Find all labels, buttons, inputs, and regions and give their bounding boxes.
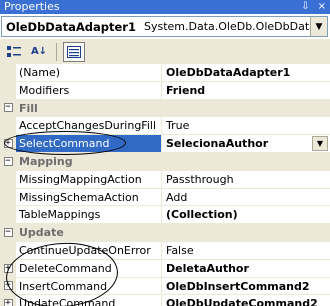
row-gutter	[0, 117, 16, 135]
toolbar-separator	[56, 42, 57, 61]
window-titlebar: Properties ⇩ ×	[0, 0, 330, 14]
property-name[interactable]: (Name)	[16, 64, 162, 81]
alphabetical-button[interactable]: A↓	[28, 42, 50, 62]
property-name[interactable]: UpdateCommand	[16, 295, 162, 306]
row-gutter: +	[0, 295, 16, 306]
expand-icon[interactable]: +	[3, 299, 13, 306]
chevron-down-icon[interactable]: ▼	[310, 17, 327, 36]
property-row-missingmappingaction[interactable]: MissingMappingAction Passthrough	[0, 170, 330, 189]
property-row-deletecommand[interactable]: + DeleteCommand DeletaAuthor	[0, 259, 330, 278]
property-value[interactable]: OleDbUpdateCommand2	[162, 295, 330, 306]
property-name[interactable]: Modifiers	[16, 81, 162, 99]
row-gutter	[0, 64, 16, 81]
property-value[interactable]: OleDbDataAdapter1	[162, 64, 330, 81]
property-value[interactable]: Friend	[162, 82, 330, 99]
properties-button[interactable]	[63, 41, 85, 62]
property-value[interactable]: Add	[162, 189, 330, 206]
property-value[interactable]: OleDbInsertCommand2	[162, 278, 330, 295]
property-grid: (Name) OleDbDataAdapter1 Modifiers Friend − F…	[0, 64, 330, 306]
row-gutter: +	[0, 259, 16, 277]
property-row-updatecommand[interactable]: + UpdateCommand OleDbUpdateCommand2	[0, 295, 330, 306]
row-gutter: +	[0, 277, 16, 295]
category-fill[interactable]: − Fill	[0, 99, 330, 118]
category-label: Mapping	[19, 154, 73, 168]
row-gutter: −	[0, 152, 16, 170]
property-row-acceptchangesduringfill[interactable]: AcceptChangesDuringFill True	[0, 117, 330, 136]
property-row-insertcommand[interactable]: + InsertCommand OleDbInsertCommand2	[0, 277, 330, 296]
property-name[interactable]: MissingMappingAction	[16, 170, 162, 188]
collapse-icon[interactable]: −	[3, 156, 13, 166]
row-gutter	[0, 81, 16, 99]
property-name[interactable]: MissingSchemaAction	[16, 188, 162, 206]
object-selector[interactable]: OleDbDataAdapter1 System.Data.OleDb.OleD…	[1, 16, 328, 37]
chevron-down-icon[interactable]: ▼	[312, 136, 328, 152]
window-title: Properties	[4, 0, 60, 13]
property-value[interactable]: DeletaAuthor	[162, 260, 330, 277]
property-row-selectcommand[interactable]: + SelectCommand SelecionaAuthor ▼	[0, 135, 330, 153]
sort-az-icon: A↓	[30, 46, 48, 57]
property-name[interactable]: SelectCommand	[16, 135, 162, 152]
property-row-name[interactable]: (Name) OleDbDataAdapter1	[0, 64, 330, 82]
properties-toolbar: A↓	[0, 39, 330, 64]
row-gutter	[0, 188, 16, 206]
category-label: Update	[19, 226, 64, 240]
pin-icon[interactable]: ⇩	[301, 0, 309, 14]
category-update[interactable]: − Update	[0, 224, 330, 242]
property-value[interactable]: SelecionaAuthor	[162, 135, 330, 152]
expand-icon[interactable]: +	[3, 281, 13, 291]
property-value[interactable]: True	[162, 117, 330, 134]
property-value[interactable]: Passthrough	[162, 171, 330, 188]
property-value[interactable]: False	[162, 242, 330, 259]
category-mapping[interactable]: − Mapping	[0, 152, 330, 171]
row-gutter: +	[0, 135, 16, 152]
property-name[interactable]: AcceptChangesDuringFill	[16, 117, 162, 135]
categorized-icon	[7, 45, 21, 57]
property-row-tablemappings[interactable]: TableMappings (Collection)	[0, 206, 330, 225]
property-name[interactable]: ContinueUpdateOnError	[16, 241, 162, 259]
property-name[interactable]: InsertCommand	[16, 277, 162, 295]
expand-icon[interactable]: +	[3, 263, 13, 273]
collapse-icon[interactable]: −	[3, 103, 13, 113]
object-name: OleDbDataAdapter1	[6, 19, 136, 34]
property-row-missingschemaaction[interactable]: MissingSchemaAction Add	[0, 188, 330, 207]
property-name[interactable]: TableMappings	[16, 206, 162, 224]
row-gutter	[0, 170, 16, 188]
properties-icon	[67, 45, 81, 58]
category-label: Fill	[19, 101, 38, 115]
row-gutter: −	[0, 224, 16, 241]
collapse-icon[interactable]: −	[3, 228, 13, 238]
property-row-modifiers[interactable]: Modifiers Friend	[0, 81, 330, 100]
row-gutter	[0, 206, 16, 224]
expand-icon[interactable]: +	[3, 139, 13, 149]
property-name[interactable]: DeleteCommand	[16, 259, 162, 277]
property-value[interactable]: (Collection)	[162, 206, 330, 223]
object-type: System.Data.OleDb.OleDbDataAdapt	[143, 20, 328, 33]
close-icon[interactable]: ×	[318, 0, 326, 14]
property-row-continueupdateonerror[interactable]: ContinueUpdateOnError False	[0, 241, 330, 260]
row-gutter	[0, 241, 16, 259]
row-gutter: −	[0, 99, 16, 117]
categorized-button[interactable]	[3, 42, 25, 62]
